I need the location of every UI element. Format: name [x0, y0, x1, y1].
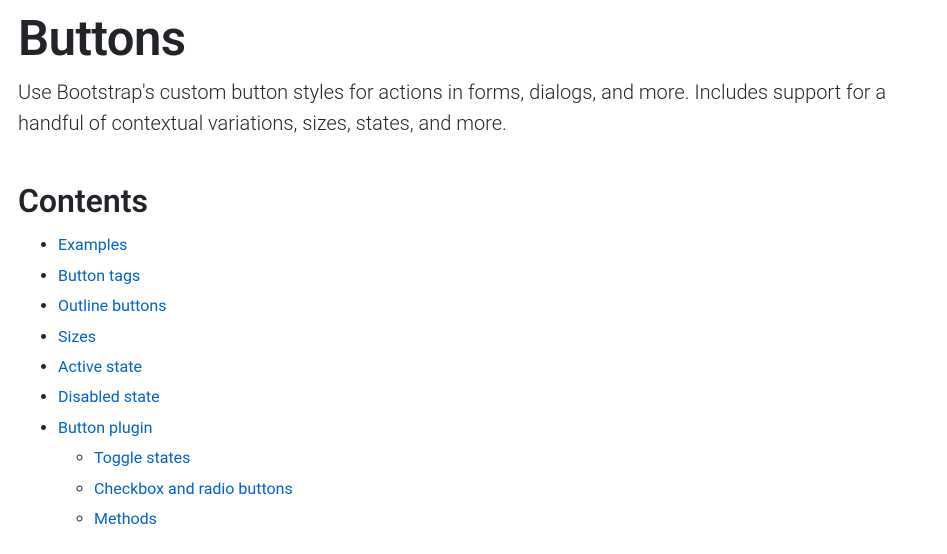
toc-link-toggle-states[interactable]: Toggle states	[94, 448, 190, 467]
toc-subitem: Methods	[94, 504, 929, 534]
toc-item: Disabled state	[58, 382, 929, 412]
toc-link-disabled-state[interactable]: Disabled state	[58, 387, 160, 406]
page-title: Buttons	[18, 10, 929, 69]
toc-item: Outline buttons	[58, 291, 929, 321]
toc-item: Examples	[58, 230, 929, 260]
toc-link-button-tags[interactable]: Button tags	[58, 266, 140, 285]
table-of-contents: Examples Button tags Outline buttons Siz…	[18, 230, 929, 534]
contents-heading: Contents	[18, 181, 929, 223]
toc-link-sizes[interactable]: Sizes	[58, 327, 96, 346]
toc-subitem: Checkbox and radio buttons	[94, 474, 929, 504]
toc-item: Active state	[58, 352, 929, 382]
toc-link-checkbox-radio[interactable]: Checkbox and radio buttons	[94, 479, 293, 498]
toc-link-button-plugin[interactable]: Button plugin	[58, 418, 152, 437]
toc-link-outline-buttons[interactable]: Outline buttons	[58, 296, 166, 315]
page-lead: Use Bootstrap's custom button styles for…	[18, 77, 929, 139]
toc-item: Button plugin Toggle states Checkbox and…	[58, 413, 929, 535]
toc-link-methods[interactable]: Methods	[94, 509, 157, 528]
toc-link-examples[interactable]: Examples	[58, 235, 127, 254]
toc-link-active-state[interactable]: Active state	[58, 357, 142, 376]
toc-item: Button tags	[58, 261, 929, 291]
toc-sublist: Toggle states Checkbox and radio buttons…	[58, 443, 929, 534]
toc-item: Sizes	[58, 322, 929, 352]
toc-subitem: Toggle states	[94, 443, 929, 473]
